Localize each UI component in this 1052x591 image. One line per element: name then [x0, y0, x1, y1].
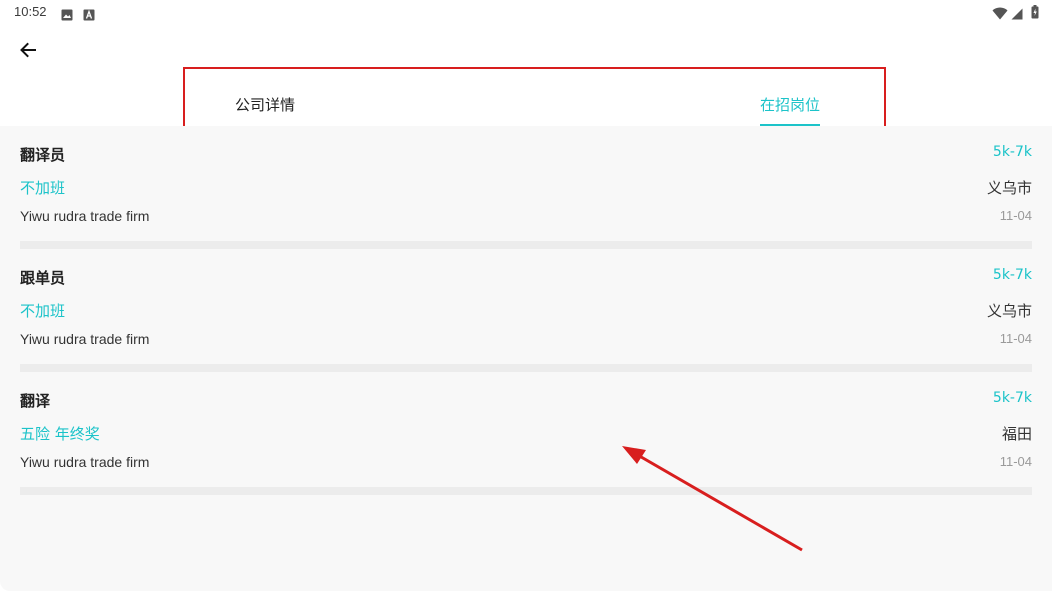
tab-company-details[interactable]: 公司详情 — [235, 94, 295, 115]
job-tags: 不加班 — [20, 302, 66, 320]
job-tags: 不加班 — [20, 179, 66, 197]
job-date: 11-04 — [999, 331, 1032, 346]
tab-open-positions[interactable]: 在招岗位 — [760, 94, 820, 115]
app-screen: 10:52 公司详情 在招岗位 翻译员 5k-7k 不加班 义乌市 Yiwu r… — [0, 0, 1052, 591]
job-date: 11-04 — [999, 208, 1032, 223]
job-title: 跟单员 — [20, 269, 66, 287]
job-location: 义乌市 — [986, 302, 1032, 320]
job-list-item[interactable]: 翻译员 5k-7k 不加班 义乌市 Yiwu rudra trade firm … — [20, 126, 1032, 249]
status-time: 10:52 — [14, 4, 47, 19]
job-list: 翻译员 5k-7k 不加班 义乌市 Yiwu rudra trade firm … — [0, 126, 1052, 591]
back-button[interactable] — [12, 36, 44, 68]
wifi-icon — [992, 5, 1008, 24]
job-salary: 5k-7k — [992, 390, 1032, 406]
job-title: 翻译 — [20, 392, 51, 410]
job-salary: 5k-7k — [992, 267, 1032, 283]
job-location: 义乌市 — [986, 179, 1032, 197]
job-title: 翻译员 — [20, 146, 66, 164]
image-icon — [61, 6, 73, 25]
status-bar: 10:52 — [0, 0, 1052, 24]
job-salary: 5k-7k — [992, 144, 1032, 160]
job-list-item[interactable]: 翻译 5k-7k 五险 年终奖 福田 Yiwu rudra trade firm… — [20, 372, 1032, 495]
job-list-item[interactable]: 跟单员 5k-7k 不加班 义乌市 Yiwu rudra trade firm … — [20, 249, 1032, 372]
font-icon — [83, 6, 95, 25]
job-date: 11-04 — [999, 454, 1032, 469]
signal-icon — [1011, 5, 1023, 24]
divider — [20, 487, 1032, 495]
job-company: Yiwu rudra trade firm — [20, 208, 150, 224]
job-company: Yiwu rudra trade firm — [20, 454, 150, 470]
arrow-left-icon — [19, 41, 37, 63]
divider — [20, 364, 1032, 372]
job-location: 福田 — [1001, 425, 1032, 443]
job-company: Yiwu rudra trade firm — [20, 331, 150, 347]
divider — [20, 241, 1032, 249]
job-tags: 五险 年终奖 — [20, 425, 100, 443]
battery-icon — [1031, 4, 1039, 23]
